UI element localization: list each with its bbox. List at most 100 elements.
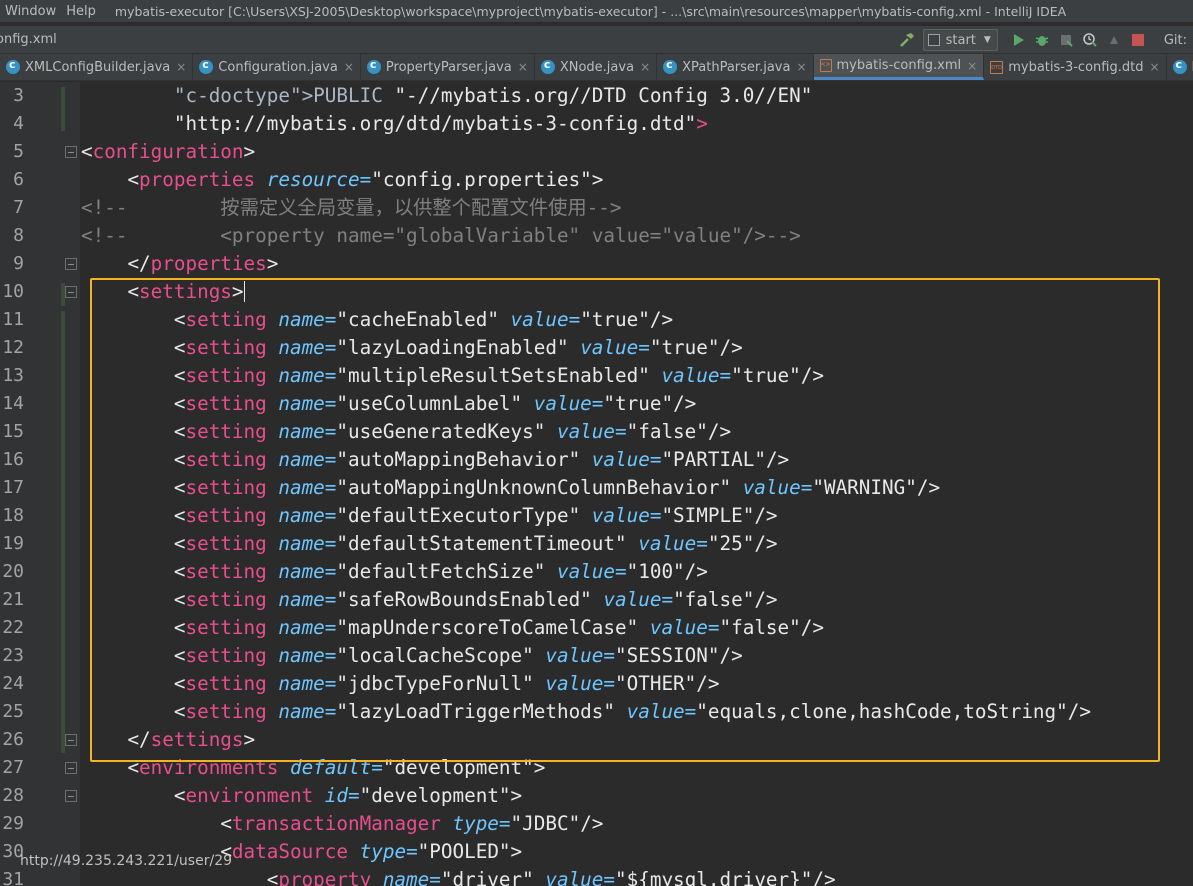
java-file-icon — [663, 58, 678, 74]
line-number: 26 — [2, 729, 24, 750]
code-line[interactable]: 19 <setting name="defaultStatementTimeou… — [0, 530, 1193, 558]
stop-icon[interactable] — [1126, 28, 1150, 52]
code-line[interactable]: 4 "http://mybatis.org/dtd/mybatis-3-conf… — [0, 110, 1193, 138]
tab-label: mybatis-config.xml — [836, 58, 962, 73]
code-line[interactable]: 13 <setting name="multipleResultSetsEnab… — [0, 362, 1193, 390]
close-icon[interactable]: × — [640, 60, 650, 74]
code-line[interactable]: 22 <setting name="mapUnderscoreToCamelCa… — [0, 614, 1193, 642]
tab-mybatis-3-config-dtd[interactable]: mybatis-3-config.dtd × — [984, 54, 1167, 80]
line-number: 4 — [13, 113, 24, 134]
close-icon[interactable]: × — [344, 60, 354, 74]
code-line[interactable]: 8 <!-- <property name="globalVariable" va… — [0, 222, 1193, 250]
tab-label: Configuration.java — [218, 59, 338, 75]
code-text: <!-- 按需定义全局变量，以供整个配置文件使用--> — [81, 196, 622, 219]
fold-toggle-icon[interactable] — [65, 258, 77, 270]
tab-xnode-java[interactable]: XNode.java × — [535, 54, 658, 80]
code-line[interactable]: 17 <setting name="autoMappingUnknownColu… — [0, 474, 1193, 502]
line-number: 7 — [13, 197, 24, 218]
menu-window[interactable]: Window — [0, 4, 61, 19]
fold-toggle-icon[interactable] — [65, 146, 77, 158]
tab-propertyparser-java[interactable]: PropertyParser.java × — [361, 54, 535, 80]
code-line[interactable]: 26 </settings> — [0, 726, 1193, 754]
code-line[interactable]: 15 <setting name="useGeneratedKeys" valu… — [0, 418, 1193, 446]
line-number: 3 — [13, 85, 24, 106]
code-text: <configuration> — [81, 140, 256, 163]
line-number: 11 — [2, 309, 24, 330]
code-text: <setting name="lazyLoadingEnabled" value… — [173, 336, 743, 359]
fold-toggle-icon[interactable] — [65, 286, 77, 298]
close-icon[interactable]: × — [796, 60, 806, 74]
code-text: <!-- <property name="globalVariable" val… — [81, 224, 801, 247]
code-text: "c-doctype">PUBLIC "-//mybatis.org//DTD … — [173, 84, 813, 107]
line-number: 5 — [13, 141, 24, 162]
fold-toggle-icon[interactable] — [65, 762, 77, 774]
code-line[interactable]: 29 <transactionManager type="JDBC"/> — [0, 810, 1193, 838]
tab-xmlconfigbuilder-java[interactable]: XMLConfigBuilder.java × — [0, 54, 194, 80]
code-text: <properties resource="config.properties"… — [127, 168, 604, 191]
tab-resources-java[interactable]: Resources.java — [1167, 54, 1193, 80]
code-line[interactable]: 6 <properties resource="config.propertie… — [0, 166, 1193, 194]
line-number: 13 — [2, 365, 24, 386]
code-text: <setting name="cacheEnabled" value="true… — [173, 308, 674, 331]
code-line[interactable]: 20 <setting name="defaultFetchSize" valu… — [0, 558, 1193, 586]
fold-toggle-icon[interactable] — [65, 790, 77, 802]
code-line[interactable]: 21 <setting name="safeRowBoundsEnabled" … — [0, 586, 1193, 614]
line-number: 20 — [2, 561, 24, 582]
menu-bar: Window Help mybatis-executor [C:\Users\X… — [0, 0, 1193, 22]
code-editor[interactable]: 3 "c-doctype">PUBLIC "-//mybatis.org//DT… — [0, 82, 1193, 886]
close-icon[interactable]: × — [176, 60, 186, 74]
code-line[interactable]: 3 "c-doctype">PUBLIC "-//mybatis.org//DT… — [0, 82, 1193, 110]
code-line[interactable]: 16 <setting name="autoMappingBehavior" v… — [0, 446, 1193, 474]
fold-toggle-icon[interactable] — [65, 734, 77, 746]
breadcrumb-file[interactable]: onfig.xml — [0, 32, 57, 47]
code-line[interactable]: 7 <!-- 按需定义全局变量，以供整个配置文件使用--> — [0, 194, 1193, 222]
code-line[interactable]: 27 <environments default="development"> — [0, 754, 1193, 782]
code-text: <setting name="defaultStatementTimeout" … — [173, 532, 778, 555]
close-icon[interactable]: × — [518, 60, 528, 74]
code-line[interactable]: 10 <settings> — [0, 278, 1193, 306]
line-number: 27 — [2, 757, 24, 778]
code-line[interactable]: 14 <setting name="useColumnLabel" value=… — [0, 390, 1193, 418]
text-caret — [243, 281, 246, 302]
line-number: 17 — [2, 477, 24, 498]
profile-icon[interactable] — [1078, 28, 1102, 52]
run-play-icon[interactable] — [1006, 28, 1030, 52]
close-icon[interactable]: × — [1149, 60, 1159, 74]
code-line[interactable]: 9 </properties> — [0, 250, 1193, 278]
code-line[interactable]: 11 <setting name="cacheEnabled" value="t… — [0, 306, 1193, 334]
code-line[interactable]: 23 <setting name="localCacheScope" value… — [0, 642, 1193, 670]
code-text: <environment id="development"> — [173, 784, 523, 807]
run-config-label: start — [945, 32, 976, 48]
code-text: <setting name="autoMappingBehavior" valu… — [173, 448, 790, 471]
tab-xpathparser-java[interactable]: XPathParser.java × — [657, 54, 814, 80]
code-text: <setting name="jdbcTypeForNull" value="O… — [173, 672, 720, 695]
code-line[interactable]: 18 <setting name="defaultExecutorType" v… — [0, 502, 1193, 530]
menu-help[interactable]: Help — [61, 4, 101, 19]
coverage-icon[interactable] — [1054, 28, 1078, 52]
build-hammer-icon[interactable] — [895, 28, 919, 52]
line-number: 31 — [2, 869, 24, 886]
line-number: 12 — [2, 337, 24, 358]
close-icon[interactable]: × — [967, 59, 977, 73]
code-line[interactable]: 24 <setting name="jdbcTypeForNull" value… — [0, 670, 1193, 698]
code-text: <setting name="lazyLoadTriggerMethods" v… — [173, 700, 1091, 723]
code-line[interactable]: 5 <configuration> — [0, 138, 1193, 166]
code-text: <setting name="multipleResultSetsEnabled… — [173, 364, 824, 387]
attach-debugger-icon[interactable] — [1102, 28, 1126, 52]
code-line[interactable]: 25 <setting name="lazyLoadTriggerMethods… — [0, 698, 1193, 726]
line-number: 6 — [13, 169, 24, 190]
line-number: 22 — [2, 617, 24, 638]
debug-bug-icon[interactable] — [1030, 28, 1054, 52]
java-file-icon — [199, 58, 214, 74]
run-config-select[interactable]: start ▼ — [922, 29, 998, 51]
code-line[interactable]: 12 <setting name="lazyLoadingEnabled" va… — [0, 334, 1193, 362]
code-line[interactable]: 28 <environment id="development"> — [0, 782, 1193, 810]
code-line[interactable]: 31 <property name="driver" value="${mysq… — [0, 866, 1193, 886]
line-number: 16 — [2, 449, 24, 470]
code-text: <setting name="defaultFetchSize" value="… — [173, 560, 708, 583]
tab-label: XNode.java — [559, 59, 635, 75]
code-text: <setting name="defaultExecutorType" valu… — [173, 504, 778, 527]
tab-configuration-java[interactable]: Configuration.java × — [193, 54, 361, 80]
tab-mybatis-config-xml[interactable]: mybatis-config.xml × — [813, 54, 985, 80]
line-number: 15 — [2, 421, 24, 442]
